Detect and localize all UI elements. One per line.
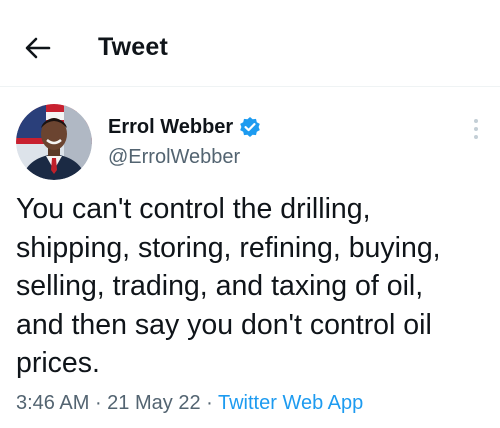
tweet-time[interactable]: 3:46 AM bbox=[16, 392, 89, 414]
avatar[interactable] bbox=[16, 104, 92, 180]
back-button[interactable] bbox=[18, 28, 58, 68]
meta-separator: · bbox=[89, 392, 108, 414]
tweet-author: Errol Webber @ErrolWebber bbox=[16, 104, 486, 184]
arrow-left-icon bbox=[25, 37, 51, 59]
meta-separator: · bbox=[200, 392, 218, 414]
tweet-metadata: 3:46 AM · 21 May 22 · Twitter Web App bbox=[16, 390, 363, 416]
more-options-button[interactable] bbox=[464, 114, 488, 144]
top-bar: Tweet bbox=[0, 0, 500, 87]
tweet-date[interactable]: 21 May 22 bbox=[107, 392, 200, 414]
tweet-page: Tweet Errol Webber @ErrolWebber You can'… bbox=[0, 0, 500, 428]
display-name[interactable]: Errol Webber bbox=[108, 114, 233, 140]
page-title: Tweet bbox=[98, 33, 168, 61]
tweet-text: You can't control the drilling, shipping… bbox=[16, 193, 441, 379]
name-row: Errol Webber bbox=[108, 114, 261, 140]
tweet-source-link[interactable]: Twitter Web App bbox=[218, 392, 363, 414]
more-vertical-icon bbox=[474, 119, 478, 123]
user-handle[interactable]: @ErrolWebber bbox=[108, 144, 240, 170]
avatar-image bbox=[16, 104, 92, 180]
verified-badge-icon bbox=[239, 116, 261, 138]
